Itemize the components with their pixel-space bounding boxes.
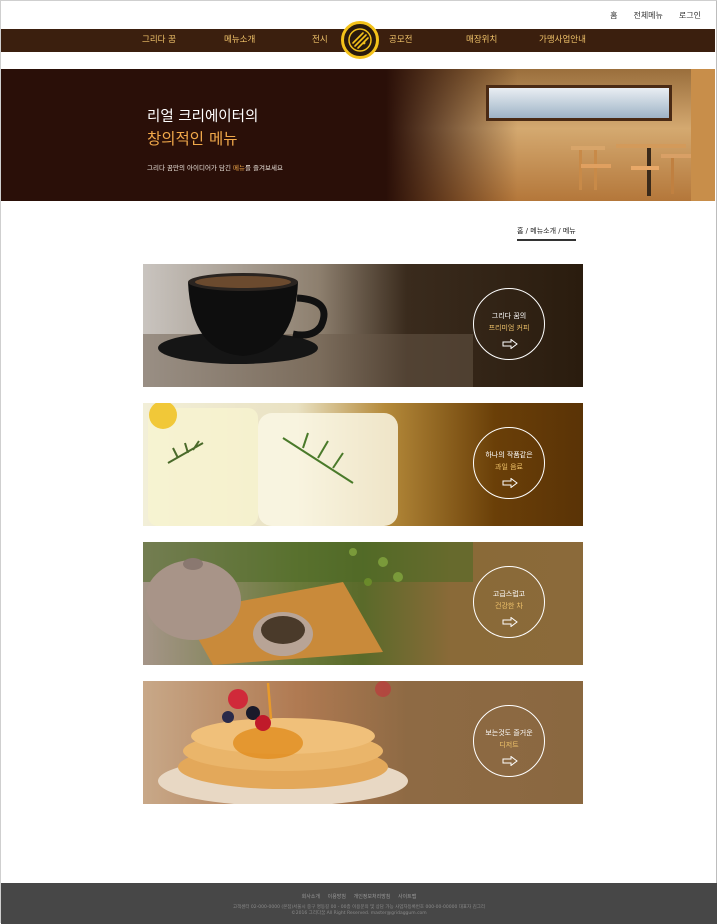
nav-item-brand[interactable]: 그리다 꿈 bbox=[142, 29, 176, 52]
util-login-link[interactable]: 로그인 bbox=[679, 10, 701, 21]
dessert-card-line1: 보는것도 즐거운 bbox=[485, 729, 533, 737]
nav-item-franchise[interactable]: 가맹사업안내 bbox=[539, 29, 586, 52]
dessert-card-badge: 보는것도 즐거운 디저트 bbox=[473, 705, 545, 777]
fruit-card-badge: 하나의 작품같은 과일 음료 bbox=[473, 427, 545, 499]
fruit-drink-image bbox=[148, 403, 398, 526]
fruit-card-line1: 하나의 작품같은 bbox=[485, 451, 533, 459]
cafe-furniture-image bbox=[571, 144, 699, 196]
menu-card-coffee[interactable]: 그리다 꿈의 프리미엄 커피 bbox=[143, 264, 583, 387]
arrow-right-icon bbox=[502, 478, 518, 488]
arrow-right-icon bbox=[502, 756, 518, 766]
coffee-card-line2: 프리미엄 커피 bbox=[488, 324, 530, 332]
cafe-window-image bbox=[486, 85, 672, 121]
menu-card-dessert[interactable]: 보는것도 즐거운 디저트 bbox=[143, 681, 583, 804]
nav-item-store-location[interactable]: 매장위치 bbox=[466, 29, 497, 52]
brand-logo-icon[interactable] bbox=[341, 21, 379, 59]
fruit-card-line2: 과일 음료 bbox=[495, 463, 523, 471]
footer: 회사소개 이용방침 개인정보처리방침 사이트맵 고객센터 02-000-0000… bbox=[1, 883, 717, 924]
menu-card-fruit-drink[interactable]: 하나의 작품같은 과일 음료 bbox=[143, 403, 583, 526]
hero-subtitle-text: 그리다 꿈만의 아이디어가 담긴 bbox=[147, 164, 231, 172]
util-home-link[interactable]: 홈 bbox=[610, 10, 617, 21]
utility-nav: 홈 전체메뉴 로그인 bbox=[610, 10, 701, 21]
hero-subtitle-highlight: 메뉴 bbox=[233, 164, 245, 172]
footer-copyright: ©2016 그리다꿈 All Right Reserved. master@gr… bbox=[291, 911, 427, 916]
hero-subtitle-end: 를 즐겨보세요 bbox=[245, 164, 283, 172]
nav-item-menu[interactable]: 메뉴소개 bbox=[224, 29, 255, 52]
hero-banner: 리얼 크리에이터의 창의적인 메뉴 그리다 꿈만의 아이디어가 담긴 메뉴를 즐… bbox=[1, 69, 715, 201]
tea-card-badge: 고급스럽고 건강한 차 bbox=[473, 566, 545, 638]
breadcrumb[interactable]: 홈 / 메뉴소개 / 메뉴 bbox=[517, 226, 576, 241]
nav-item-exhibition[interactable]: 전시 bbox=[312, 29, 328, 52]
tea-card-line2: 건강한 차 bbox=[495, 602, 523, 610]
footer-links[interactable]: 회사소개 이용방침 개인정보처리방침 사이트맵 bbox=[1, 893, 717, 900]
util-all-menu-link[interactable]: 전체메뉴 bbox=[633, 10, 662, 21]
hero-title-line1: 리얼 크리에이터의 bbox=[147, 109, 259, 125]
coffee-card-badge: 그리다 꿈의 프리미엄 커피 bbox=[473, 288, 545, 360]
coffee-cup-image bbox=[143, 273, 473, 387]
tea-card-line1: 고급스럽고 bbox=[492, 590, 526, 598]
tea-set-image bbox=[143, 542, 473, 665]
coffee-card-line1: 그리다 꿈의 bbox=[491, 312, 527, 320]
window-frame-image bbox=[691, 69, 715, 201]
hero-title-line2: 창의적인 메뉴 bbox=[147, 130, 238, 148]
arrow-right-icon bbox=[502, 617, 518, 627]
menu-card-tea[interactable]: 고급스럽고 건강한 차 bbox=[143, 542, 583, 665]
pancake-image bbox=[158, 681, 408, 804]
arrow-right-icon bbox=[502, 339, 518, 349]
hero-subtitle: 그리다 꿈만의 아이디어가 담긴 메뉴를 즐겨보세요 bbox=[147, 162, 283, 172]
dessert-card-line2: 디저트 bbox=[499, 741, 519, 749]
nav-item-contest[interactable]: 공모전 bbox=[389, 29, 412, 52]
